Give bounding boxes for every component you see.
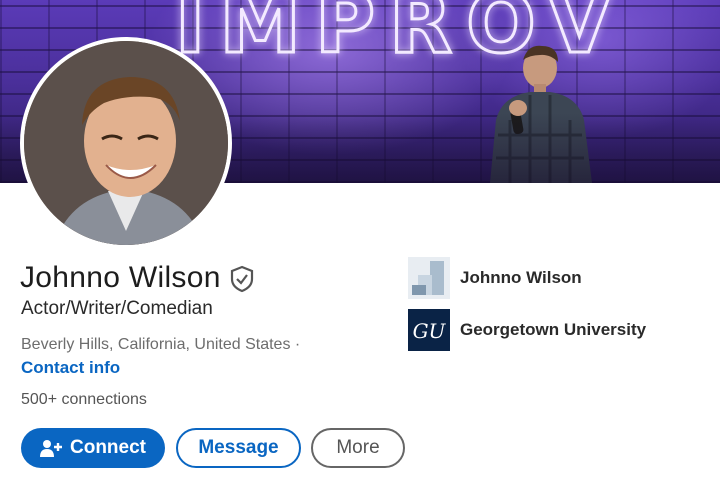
connections-count[interactable]: 500+ connections [21,391,147,409]
profile-name: Johnno Wilson [20,261,221,294]
profile-location: Beverly Hills, California, United States… [21,336,301,353]
school-name: Georgetown University [460,320,647,339]
profile-headline: Actor/Writer/Comedian [21,298,213,319]
name-row: Johnno Wilson [20,258,255,298]
more-label: More [336,437,380,458]
message-button[interactable]: Message [176,428,301,468]
avatar-portrait [24,41,228,245]
profile-avatar[interactable] [20,37,232,249]
connect-label: Connect [70,437,146,458]
current-company[interactable]: Johnno Wilson [408,257,582,299]
georgetown-logo-icon: GU [408,309,450,351]
add-user-icon [40,440,62,457]
company-name: Johnno Wilson [460,268,582,287]
more-button[interactable]: More [311,428,405,468]
contact-info-link[interactable]: Contact info [21,358,120,378]
connect-button[interactable]: Connect [21,428,165,468]
georgetown-logo-text: GU [413,319,447,343]
verified-shield-icon[interactable] [229,265,255,293]
company-logo-icon [408,257,450,299]
education-school[interactable]: GU Georgetown University [408,309,646,351]
message-label: Message [198,437,279,458]
